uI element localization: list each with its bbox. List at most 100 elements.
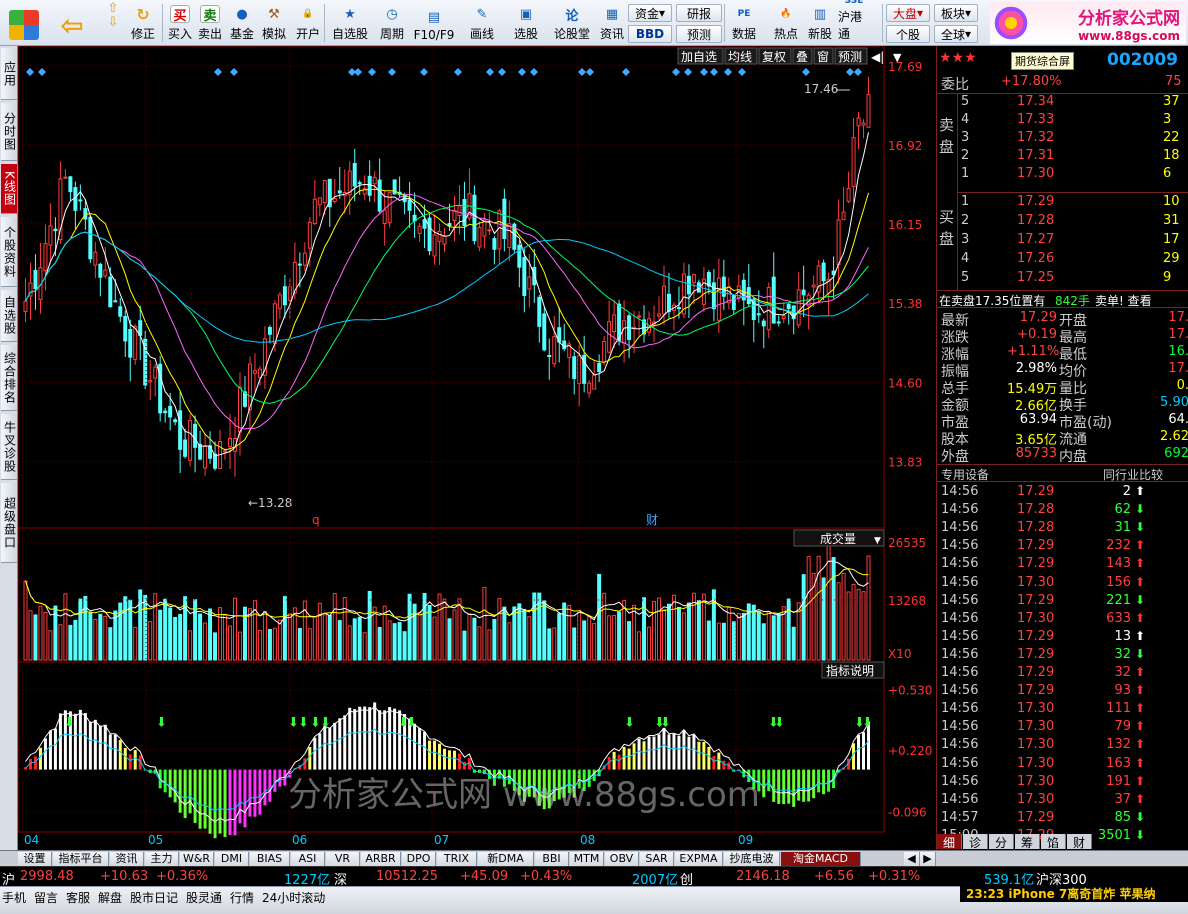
event-diamond-icon[interactable]	[854, 68, 862, 76]
order-notice-row[interactable]: 在卖盘17.35位置有 842手 卖单! 查看	[937, 290, 1188, 308]
detail-tab-5[interactable]: 财	[1067, 834, 1092, 850]
indicator-tab-4[interactable]: W&R	[180, 852, 214, 866]
buy-level-row[interactable]: 1 17.29 10	[937, 194, 1188, 212]
indicator-tab-5[interactable]: DMI	[215, 852, 249, 866]
scroll-left-icon[interactable]: ◀	[904, 852, 920, 866]
event-diamond-icon[interactable]	[230, 68, 238, 76]
toolbar-open-account-button[interactable]: 🔒 开户	[292, 2, 324, 44]
indicator-tab-14[interactable]: MTM	[570, 852, 604, 866]
indicator-help-button[interactable]: 指标说明	[821, 661, 885, 679]
market-button[interactable]: 大盘 ▾	[886, 4, 930, 22]
sell-level-row[interactable]: 2 17.31 18	[937, 148, 1188, 166]
toolbar-watchlist-button[interactable]: ★ 自选股	[330, 2, 370, 44]
kline-button-2[interactable]: 复权	[758, 47, 792, 65]
status-link-3[interactable]: 解盘	[98, 889, 122, 906]
toolbar-stock-picker-button[interactable]: ▣ 选股	[506, 2, 546, 44]
toolbar-fund-button[interactable]: ● 基金	[226, 2, 258, 44]
event-diamond-icon[interactable]	[518, 68, 526, 76]
kline-button-4[interactable]: 窗	[813, 47, 834, 65]
indicator-tab-9[interactable]: ARBR	[361, 852, 401, 866]
kline-button-3[interactable]: 叠	[792, 47, 813, 65]
indicator-tab-17[interactable]: EXPMA	[675, 852, 723, 866]
indicator-tab-15[interactable]: OBV	[605, 852, 639, 866]
sell-level-row[interactable]: 3 17.32 22	[937, 130, 1188, 148]
detail-tab-3[interactable]: 筹	[1015, 834, 1040, 850]
chevron-down-icon[interactable]: ▼	[893, 51, 902, 64]
bbd-button[interactable]: BBD	[628, 25, 672, 43]
status-link-7[interactable]: 24小时滚动	[262, 889, 325, 906]
home-button[interactable]	[4, 2, 44, 44]
event-diamond-icon[interactable]	[420, 68, 428, 76]
toolbar-hk-connect-button[interactable]: SSE 沪港通	[838, 0, 870, 44]
volume-type-button[interactable]: 成交量 ▼	[793, 529, 885, 547]
sell-level-row[interactable]: 4 17.33 3	[937, 112, 1188, 130]
sell-level-row[interactable]: 5 17.34 37	[937, 94, 1188, 112]
event-diamond-icon[interactable]	[368, 68, 376, 76]
sector-button[interactable]: 板块 ▾	[934, 4, 978, 22]
arrow-up-icon[interactable]: ⇧	[108, 2, 119, 16]
left-tab-3[interactable]: 个股资料	[1, 217, 17, 287]
indicator-tab-8[interactable]: VR	[326, 852, 360, 866]
correct-button[interactable]: ↻ 修正	[128, 2, 158, 44]
toolbar-f10-button[interactable]: ▤ F10/F9	[414, 2, 455, 44]
kline-button-5[interactable]: 预测	[834, 47, 868, 65]
event-diamond-icon[interactable]	[622, 68, 630, 76]
event-diamond-icon[interactable]	[354, 68, 362, 76]
event-diamond-icon[interactable]	[388, 68, 396, 76]
fund-flow-button[interactable]: 资金 ▾	[628, 4, 672, 22]
indicator-tab-1[interactable]: 指标平台	[53, 852, 109, 866]
toolbar-sell-button[interactable]: 卖卖出	[194, 2, 226, 44]
event-diamond-icon[interactable]	[578, 68, 586, 76]
left-tab-2[interactable]: K线图	[1, 164, 17, 214]
event-diamond-icon[interactable]	[802, 68, 810, 76]
buy-level-row[interactable]: 2 17.28 31	[937, 213, 1188, 231]
indicator-tab-7[interactable]: ASI	[291, 852, 325, 866]
toolbar-draw-line-button[interactable]: ✎ 画线	[462, 2, 502, 44]
kline-chart[interactable]: 17.6916.9216.1515.3814.6013.8317.46←13.2…	[17, 45, 936, 850]
detail-tab-4[interactable]: 馅	[1041, 834, 1066, 850]
event-diamond-icon[interactable]	[498, 68, 506, 76]
left-tab-0[interactable]: 应用	[1, 48, 17, 100]
kline-button-1[interactable]: 均线	[724, 47, 758, 65]
indicator-tab-18[interactable]: 抄底电波	[724, 852, 780, 866]
event-diamond-icon[interactable]	[672, 68, 680, 76]
toolbar-forum-button[interactable]: 论论股堂	[552, 2, 592, 44]
indicator-tab-16[interactable]: SAR	[640, 852, 674, 866]
forecast-button[interactable]: 预测	[676, 25, 722, 43]
status-link-4[interactable]: 股市日记	[130, 889, 178, 906]
status-link-6[interactable]: 行情	[230, 889, 254, 906]
detail-tab-2[interactable]: 分	[989, 834, 1014, 850]
buy-level-row[interactable]: 3 17.27 17	[937, 232, 1188, 250]
indicator-tab-10[interactable]: DPO	[402, 852, 436, 866]
collapse-icon[interactable]: ◀|	[871, 50, 884, 64]
indicator-tab-3[interactable]: 主力	[145, 852, 179, 866]
up-down-nav[interactable]: ⇧ ⇩	[96, 2, 130, 44]
left-tab-6[interactable]: 牛叉诊股	[1, 414, 17, 480]
indicator-tab-12[interactable]: 新DMA	[478, 852, 534, 866]
buy-level-row[interactable]: 5 17.25 9	[937, 270, 1188, 288]
toolbar-new-stock-button[interactable]: ▥ 新股	[804, 2, 836, 44]
sell-level-row[interactable]: 1 17.30 6	[937, 166, 1188, 184]
left-tab-1[interactable]: 分时图	[1, 103, 17, 161]
event-diamond-icon[interactable]	[530, 68, 538, 76]
scroll-right-icon[interactable]: ▶	[920, 852, 936, 866]
stock-button[interactable]: 个股	[886, 25, 930, 43]
industry-compare[interactable]: 同行业比较	[1103, 466, 1163, 483]
arrow-down-icon[interactable]: ⇩	[108, 16, 119, 30]
toolbar-news-button[interactable]: ▦ 资讯	[592, 2, 632, 44]
toolbar-data-button[interactable]: PE 数据	[728, 2, 760, 44]
buy-level-row[interactable]: 4 17.26 29	[937, 251, 1188, 269]
left-tab-4[interactable]: 自选股	[1, 290, 17, 342]
toolbar-simulate-button[interactable]: ⚒ 模拟	[258, 2, 290, 44]
event-diamond-icon[interactable]	[684, 68, 692, 76]
event-diamond-icon[interactable]	[710, 68, 718, 76]
event-diamond-icon[interactable]	[486, 68, 494, 76]
event-diamond-icon[interactable]	[724, 68, 732, 76]
left-tab-5[interactable]: 综合排名	[1, 345, 17, 411]
futures-tooltip[interactable]: 期货综合屏	[1011, 52, 1074, 70]
indicator-tab-0[interactable]: 设置	[18, 852, 52, 866]
toolbar-hot-button[interactable]: 🔥 热点	[770, 2, 802, 44]
back-button[interactable]: ⇦	[54, 2, 90, 44]
event-diamond-icon[interactable]	[38, 68, 46, 76]
indicator-tab-13[interactable]: BBI	[535, 852, 569, 866]
